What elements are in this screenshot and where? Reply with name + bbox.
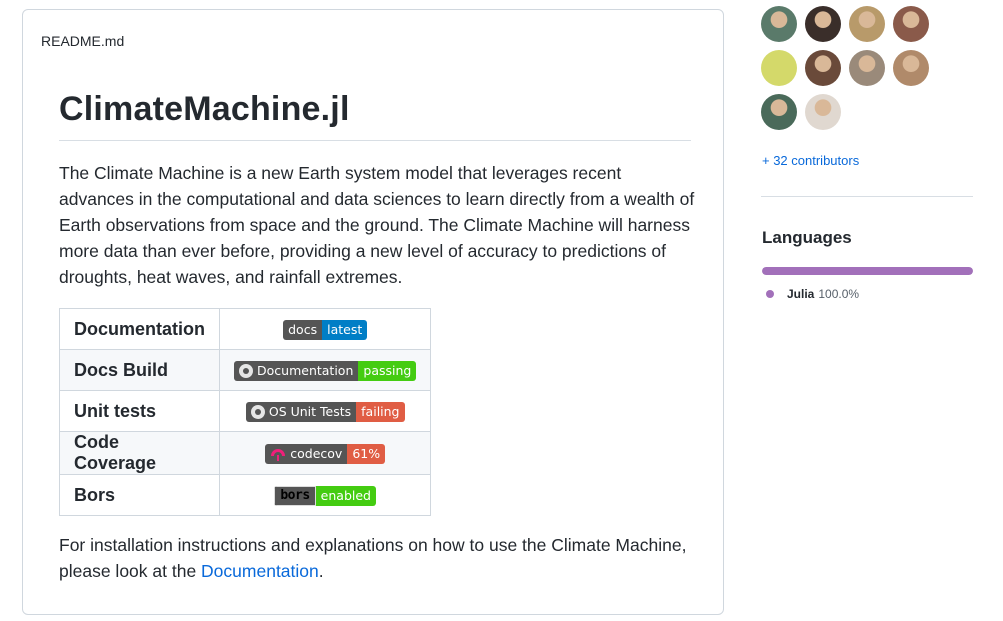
- status-label: Bors: [58, 474, 221, 516]
- status-label: Code Coverage: [58, 431, 221, 475]
- status-badge[interactable]: codecov 61%: [265, 443, 386, 464]
- badge-status: passing: [358, 360, 417, 381]
- status-row: Documentation docs latest: [58, 308, 432, 350]
- status-row: Docs Build Documentation passing: [58, 349, 432, 391]
- contributor-avatar[interactable]: [849, 50, 885, 86]
- readme-outro: For installation instructions and explan…: [59, 532, 699, 584]
- status-badge-cell: bors enabled: [219, 474, 432, 516]
- language-bar: [762, 267, 973, 275]
- status-badge-cell: codecov 61%: [219, 431, 432, 475]
- status-label: Unit tests: [58, 390, 221, 432]
- contributor-avatar[interactable]: [805, 50, 841, 86]
- readme-title: ClimateMachine.jl: [59, 90, 350, 128]
- badge-label-text: Documentation: [257, 362, 354, 378]
- status-badge[interactable]: Documentation passing: [234, 360, 417, 381]
- status-row: Bors bors enabled: [58, 474, 432, 516]
- language-item-julia[interactable]: Julia 100.0%: [766, 287, 859, 301]
- contributor-avatar[interactable]: [893, 6, 929, 42]
- status-badge[interactable]: docs latest: [283, 319, 368, 340]
- contributor-avatar[interactable]: [849, 6, 885, 42]
- contributor-avatar[interactable]: [805, 6, 841, 42]
- status-badge[interactable]: bors enabled: [274, 485, 376, 506]
- status-label: Documentation: [58, 308, 221, 350]
- status-label: Docs Build: [58, 349, 221, 391]
- badge-status: enabled: [315, 485, 376, 506]
- status-badge[interactable]: OS Unit Tests failing: [245, 401, 405, 422]
- bors-logo-icon: bors: [274, 485, 316, 506]
- status-row: Unit tests OS Unit Tests failing: [58, 390, 432, 432]
- language-name: Julia: [787, 287, 815, 301]
- contributor-avatar[interactable]: [761, 50, 797, 86]
- language-percent: 100.0%: [818, 287, 860, 301]
- badge-label: Documentation: [234, 360, 359, 381]
- badge-status: failing: [356, 401, 405, 422]
- readme-filename: README.md: [41, 33, 125, 49]
- outro-text: For installation instructions and explan…: [59, 535, 687, 581]
- status-badge-cell: OS Unit Tests failing: [219, 390, 432, 432]
- outro-period: .: [318, 561, 324, 581]
- status-table: Documentation docs latest Docs Build Documen…: [58, 308, 432, 516]
- readme-panel: README.md ClimateMachine.jl The Climate …: [22, 9, 724, 615]
- github-icon: [239, 363, 254, 378]
- contributor-avatar[interactable]: [893, 50, 929, 86]
- contributor-avatar[interactable]: [761, 94, 797, 130]
- badge-label: OS Unit Tests: [245, 401, 357, 422]
- sidebar-divider: [761, 196, 973, 197]
- contributor-avatar[interactable]: [761, 6, 797, 42]
- language-color-dot: [766, 290, 774, 298]
- more-contributors-link[interactable]: + 32 contributors: [762, 153, 859, 168]
- title-divider: [59, 140, 691, 141]
- badge-label: codecov: [265, 443, 348, 464]
- language-bar-julia: [762, 267, 973, 275]
- documentation-link[interactable]: Documentation: [201, 561, 319, 581]
- status-badge-cell: docs latest: [219, 308, 432, 350]
- badge-label-text: OS Unit Tests: [268, 403, 352, 419]
- github-icon: [250, 404, 265, 419]
- codecov-icon: [271, 448, 286, 461]
- badge-status: latest: [322, 319, 368, 340]
- badge-label-text: codecov: [290, 445, 343, 461]
- badge-status: 61%: [347, 443, 386, 464]
- contributor-avatar[interactable]: [805, 94, 841, 130]
- languages-heading: Languages: [762, 228, 852, 247]
- readme-intro: The Climate Machine is a new Earth syste…: [59, 163, 695, 287]
- status-row: Code Coverage codecov 61%: [58, 431, 432, 475]
- badge-label: docs: [283, 319, 323, 340]
- status-badge-cell: Documentation passing: [219, 349, 432, 391]
